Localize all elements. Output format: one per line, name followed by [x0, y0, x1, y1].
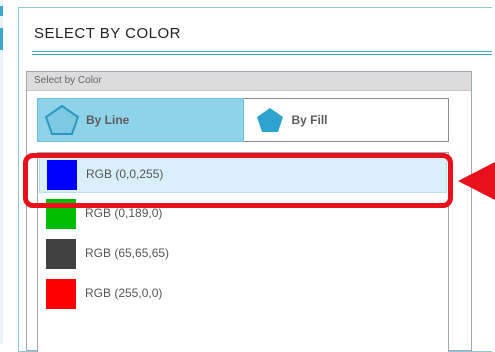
tab-by-line[interactable]: By Line	[37, 98, 244, 142]
selection-highlight-box	[23, 153, 453, 208]
edge-marker	[0, 28, 3, 50]
pentagon-filled-icon	[256, 107, 284, 133]
color-label: RGB (65,65,65)	[85, 246, 170, 260]
tab-label: By Fill	[291, 113, 328, 127]
mode-tabs: By Line By Fill	[37, 98, 449, 142]
pentagon-outline-icon	[44, 104, 80, 136]
title-divider	[32, 54, 492, 55]
left-edge-accent	[0, 0, 3, 344]
list-item[interactable]: RGB (65,65,65)	[39, 234, 447, 273]
pointer-arrow-icon	[458, 162, 495, 205]
panel-title: SELECT BY COLOR	[34, 25, 181, 42]
group-header: Select by Color	[27, 72, 471, 91]
list-item[interactable]: RGB (255,0,0)	[39, 274, 447, 313]
tab-by-fill[interactable]: By Fill	[243, 98, 449, 142]
tab-label: By Line	[86, 113, 130, 127]
color-swatch	[46, 239, 76, 269]
color-label: RGB (255,0,0)	[85, 286, 163, 300]
color-label: RGB (0,189,0)	[85, 206, 163, 220]
title-divider	[32, 51, 492, 52]
select-by-color-group: Select by Color By Line By Fill RGB (0,0…	[26, 71, 472, 352]
color-swatch	[46, 279, 76, 309]
edge-marker	[0, 6, 3, 16]
